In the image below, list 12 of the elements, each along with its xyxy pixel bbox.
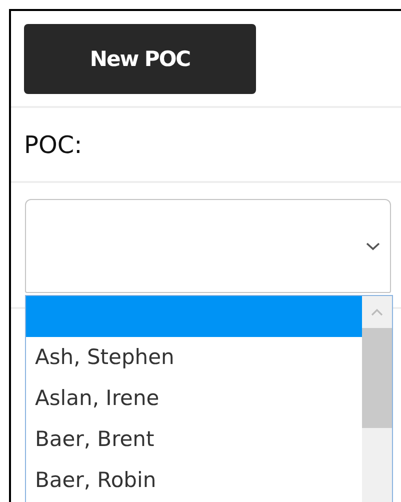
dropdown-option[interactable]: Ash, Stephen (26, 337, 362, 378)
poc-select[interactable] (25, 199, 391, 293)
scrollbar[interactable] (362, 296, 392, 502)
new-poc-button[interactable]: New POC (24, 24, 256, 94)
dropdown-option[interactable]: Baer, Robin (26, 460, 362, 501)
chevron-down-icon (366, 242, 380, 251)
scrollbar-thumb[interactable] (362, 328, 392, 428)
scroll-up-icon (370, 308, 384, 316)
dropdown-option[interactable] (26, 296, 362, 337)
poc-label: POC: (24, 130, 82, 158)
dropdown-option[interactable]: Aslan, Irene (26, 378, 362, 419)
dropdown-option[interactable]: Baer, Brent (26, 419, 362, 460)
